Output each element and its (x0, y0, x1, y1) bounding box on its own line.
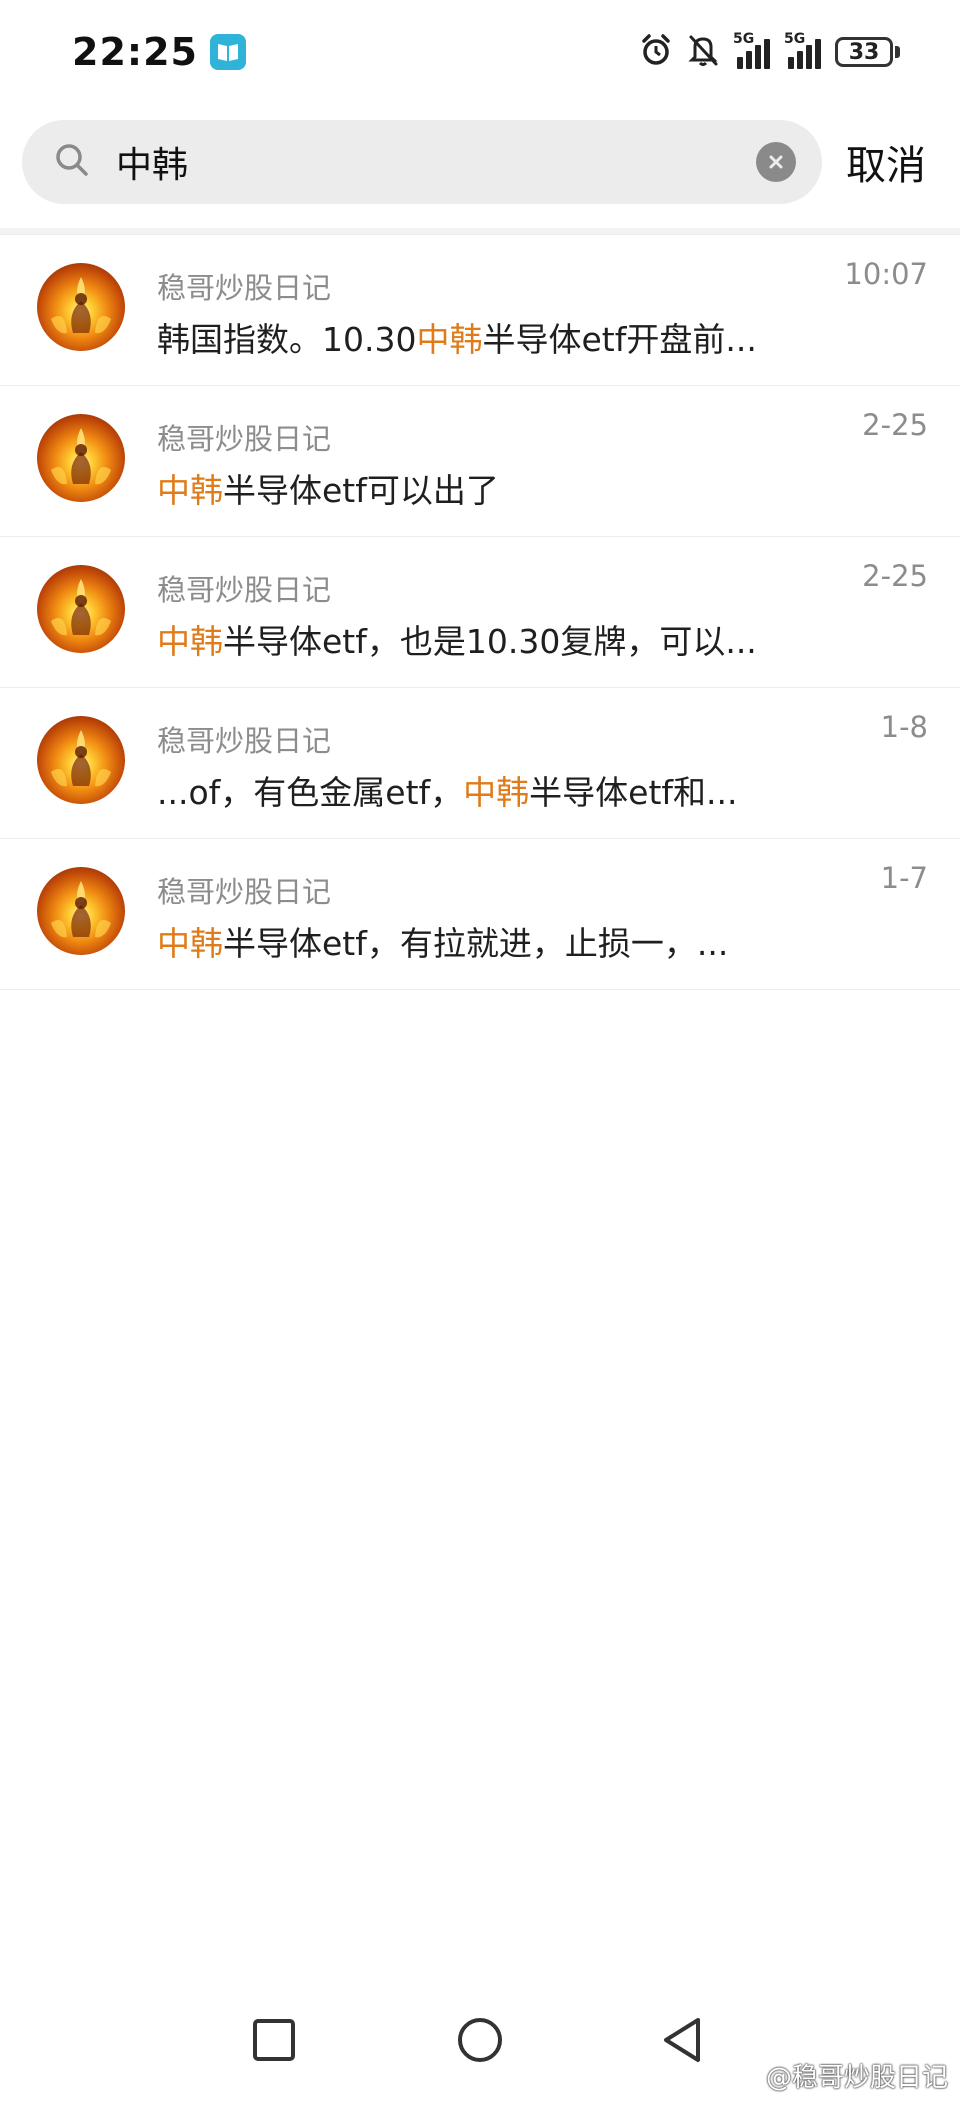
avatar (37, 263, 125, 351)
account-name: 稳哥炒股日记 (157, 724, 332, 758)
result-item[interactable]: 稳哥炒股日记 1-8 ...of，有色金属etf，中韩半导体etf和... (0, 688, 960, 839)
avatar (37, 867, 125, 955)
weibo-logo-icon (726, 2064, 759, 2088)
mute-bell-icon (687, 33, 719, 71)
result-item[interactable]: 稳哥炒股日记 1-7 中韩半导体etf，有拉就进，止损一，... (0, 839, 960, 990)
account-name: 稳哥炒股日记 (157, 271, 332, 305)
search-icon (52, 140, 92, 184)
result-item[interactable]: 稳哥炒股日记 2-25 中韩半导体etf，也是10.30复牌，可以... (0, 537, 960, 688)
watermark: @稳哥炒股日记 (726, 2057, 948, 2094)
clear-icon[interactable] (756, 142, 796, 182)
keyword-highlight: 中韩 (157, 471, 223, 510)
post-time: 1-7 (880, 861, 928, 895)
result-item[interactable]: 稳哥炒股日记 2-25 中韩半导体etf可以出了 (0, 386, 960, 537)
post-time: 2-25 (862, 559, 928, 593)
status-icons: 5G 5G 33 (639, 31, 900, 71)
signal-strength-icon-2: 5G (784, 31, 821, 69)
snippet-text: ...of，有色金属etf，中韩半导体etf和... (157, 773, 738, 812)
account-name: 稳哥炒股日记 (157, 422, 332, 456)
recents-square-icon[interactable] (252, 2018, 296, 2066)
signal-strength-icon: 5G (733, 31, 770, 69)
book-app-icon (209, 34, 246, 70)
keyword-highlight: 中韩 (157, 622, 223, 661)
search-results-list: 稳哥炒股日记 10:07 韩国指数。10.30中韩半导体etf开盘前... 稳哥… (0, 234, 960, 990)
battery-level: 33 (835, 37, 893, 67)
watermark-text: @稳哥炒股日记 (765, 2063, 948, 2093)
keyword-highlight: 中韩 (416, 320, 483, 359)
keyword-highlight: 中韩 (463, 773, 530, 812)
post-time: 1-8 (880, 710, 928, 744)
account-name: 稳哥炒股日记 (157, 875, 332, 909)
status-bar: 22:25 5G 5G 33 (0, 0, 960, 104)
snippet-text: 韩国指数。10.30中韩半导体etf开盘前... (157, 320, 757, 359)
search-query-text[interactable]: 中韩 (116, 136, 756, 188)
network-type-label: 5G (733, 31, 755, 47)
avatar (37, 565, 125, 653)
snippet-text: 中韩半导体etf，有拉就进，止损一，... (157, 924, 729, 963)
system-nav-bar: @稳哥炒股日记 (0, 1998, 960, 2108)
post-time: 2-25 (862, 408, 928, 442)
post-time: 10:07 (844, 257, 928, 291)
alarm-icon (639, 33, 673, 71)
search-input[interactable]: 中韩 (22, 120, 822, 204)
avatar (37, 414, 125, 502)
result-item[interactable]: 稳哥炒股日记 10:07 韩国指数。10.30中韩半导体etf开盘前... (0, 235, 960, 386)
keyword-highlight: 中韩 (157, 924, 223, 963)
snippet-text: 中韩半导体etf可以出了 (157, 471, 499, 510)
search-row: 中韩 取消 (0, 104, 960, 220)
status-time: 22:25 (72, 30, 198, 74)
back-triangle-icon[interactable] (660, 2016, 704, 2068)
battery-icon: 33 (835, 37, 900, 67)
account-name: 稳哥炒股日记 (157, 573, 332, 607)
network-type-label-2: 5G (784, 31, 806, 47)
snippet-text: 中韩半导体etf，也是10.30复牌，可以... (157, 622, 757, 661)
cancel-button[interactable]: 取消 (846, 133, 926, 191)
home-circle-icon[interactable] (456, 2016, 504, 2068)
avatar (37, 716, 125, 804)
